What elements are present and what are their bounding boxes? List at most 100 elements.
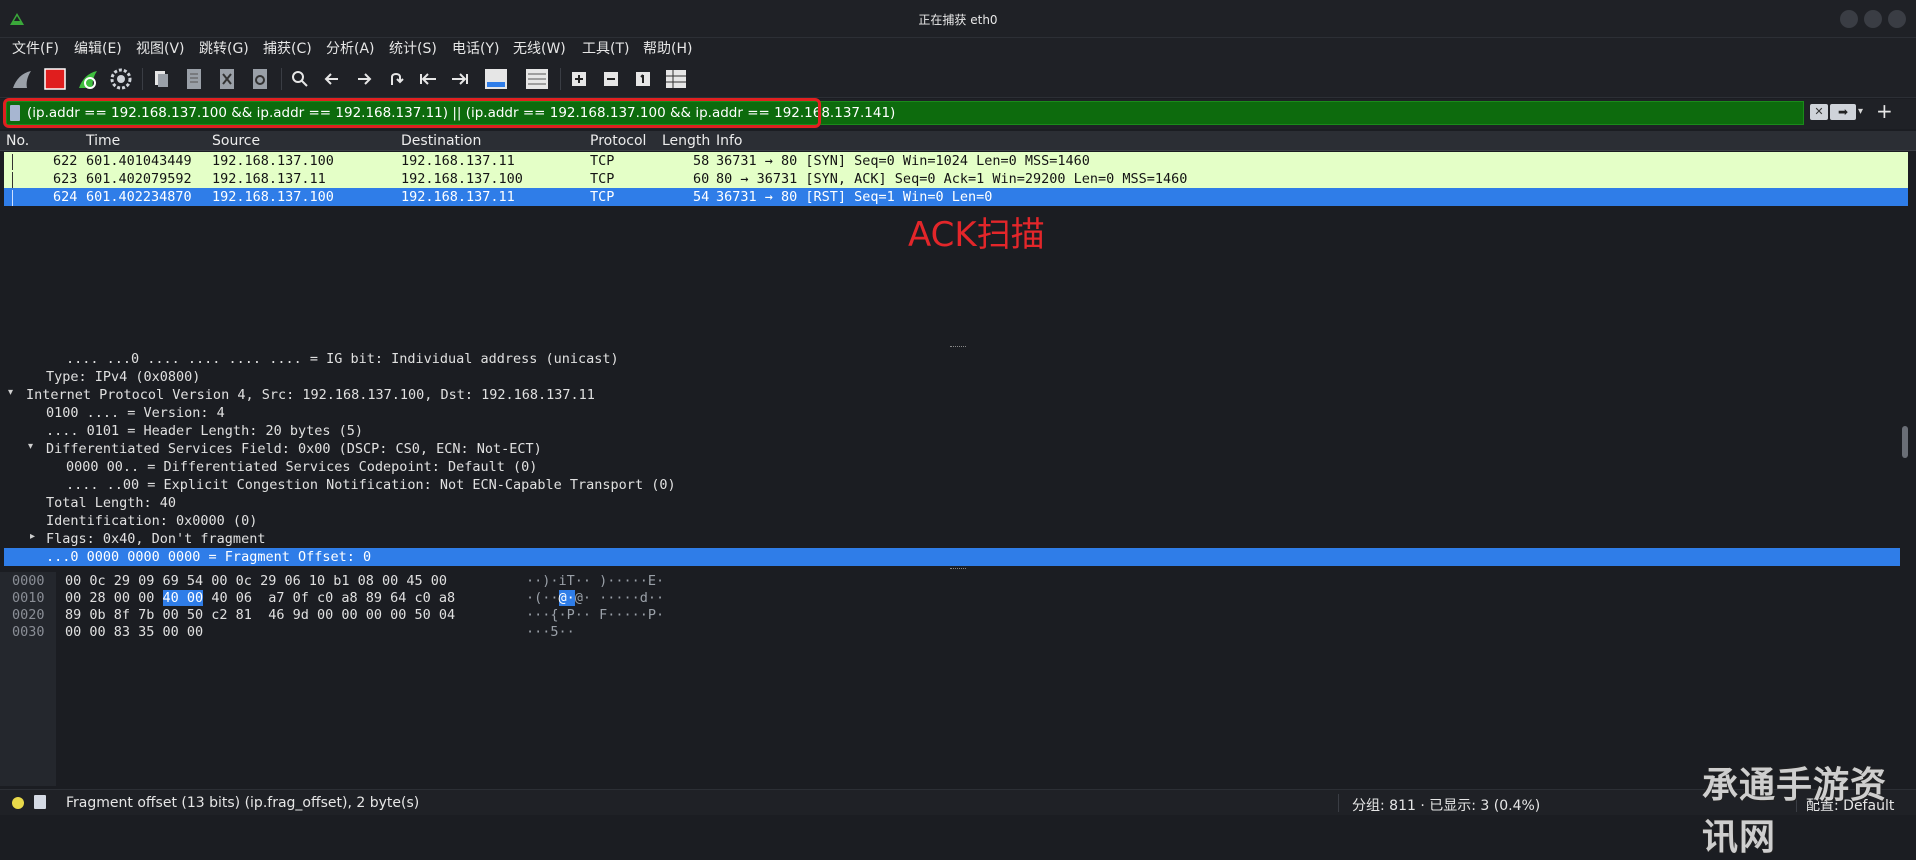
normal-size-button[interactable] [629,65,657,93]
column-destination[interactable]: Destination [401,133,481,149]
menu-edit[interactable]: 编辑(E) [74,38,122,60]
detail-row[interactable]: .... ...0 .... .... .... .... = IG bit: … [4,350,1900,368]
packet-destination: 192.168.137.100 [401,171,523,187]
detail-row[interactable]: Type: IPv4 (0x0800) [4,368,1900,386]
splitter-grip-icon [950,568,966,570]
packet-length: 54 [693,189,710,205]
column-protocol[interactable]: Protocol [590,133,646,149]
menu-view[interactable]: 视图(V) [136,38,185,60]
go-to-packet-button[interactable] [382,65,410,93]
restart-capture-button[interactable] [74,65,102,93]
menu-statistics[interactable]: 统计(S) [389,38,437,60]
go-forward-button[interactable] [350,65,378,93]
column-time[interactable]: Time [86,133,120,149]
close-file-icon [220,69,234,89]
menu-help[interactable]: 帮助(H) [643,38,692,60]
detail-text: ...0 0000 0000 0000 = Fragment Offset: 0 [46,549,372,565]
first-packet-button[interactable] [414,65,442,93]
packet-list-header: No. Time Source Destination Protocol Len… [0,131,1916,151]
splitter-grip-icon [950,346,966,348]
packet-destination: 192.168.137.11 [401,153,515,169]
clear-filter-icon[interactable]: ✕ [1810,104,1828,120]
conversation-start-icon [12,154,20,170]
chevron-right-icon[interactable]: ▸ [30,531,35,542]
menu-analyze[interactable]: 分析(A) [326,38,375,60]
detail-row[interactable]: Total Length: 40 [4,494,1900,512]
find-packet-button[interactable] [286,65,314,93]
packet-time: 601.401043449 [86,153,192,169]
packet-row[interactable]: 622 601.401043449 192.168.137.100 192.16… [4,152,1908,170]
packet-row-selected[interactable]: 624 601.402234870 192.168.137.100 192.16… [4,188,1908,206]
reload-icon [253,69,267,89]
save-file-button[interactable] [180,65,208,93]
add-filter-button-icon[interactable]: + [1876,100,1894,122]
close-file-button[interactable] [213,65,241,93]
menu-capture[interactable]: 捕获(C) [263,38,312,60]
byte-hex: 00 00 83 35 00 00 [65,624,204,640]
packet-source: 192.168.137.11 [212,171,326,187]
detail-row-selected[interactable]: ...0 0000 0000 0000 = Fragment Offset: 0 [4,548,1900,566]
expert-info-icon[interactable] [12,797,24,809]
detail-row[interactable]: 0100 .... = Version: 4 [4,404,1900,422]
detail-row-flags[interactable]: ▸ Flags: 0x40, Don't fragment [4,530,1900,548]
capture-options-button[interactable] [107,65,135,93]
auto-scroll-button[interactable] [482,65,510,93]
status-separator [1338,794,1339,812]
apply-filter-icon[interactable]: ➡ [1830,104,1856,120]
detail-text: Identification: 0x0000 (0) [46,513,258,529]
detail-row[interactable]: .... ..00 = Explicit Congestion Notifica… [4,476,1900,494]
start-capture-button[interactable] [8,65,36,93]
menu-tools[interactable]: 工具(T) [582,38,629,60]
last-packet-icon [452,73,468,85]
packet-protocol: TCP [590,153,615,169]
menu-go[interactable]: 跳转(G) [199,38,249,60]
first-packet-icon [420,73,436,85]
column-source[interactable]: Source [212,133,260,149]
toolbar-separator [281,68,282,90]
open-file-button[interactable] [147,65,175,93]
zoom-out-button[interactable] [597,65,625,93]
detail-row-ipv4[interactable]: ▾ Internet Protocol Version 4, Src: 192.… [4,386,1900,404]
detail-row-dsfield[interactable]: ▾ Differentiated Services Field: 0x00 (D… [4,440,1900,458]
capture-comment-icon[interactable] [34,795,46,809]
detail-text: Type: IPv4 (0x0800) [46,369,201,385]
reload-file-button[interactable] [246,65,274,93]
menu-bar: 文件(F) 编辑(E) 视图(V) 跳转(G) 捕获(C) 分析(A) 统计(S… [0,38,1916,60]
go-back-button[interactable] [318,65,346,93]
chevron-down-icon[interactable]: ▾ [8,387,13,398]
packet-time: 601.402234870 [86,189,192,205]
packet-no: 622 [53,153,78,169]
packet-row[interactable]: 623 601.402079592 192.168.137.11 192.168… [4,170,1908,188]
menu-wireless[interactable]: 无线(W) [513,38,566,60]
conversation-end-icon [12,190,20,206]
menu-telephony[interactable]: 电话(Y) [452,38,499,60]
column-info[interactable]: Info [716,133,743,149]
zoom-in-button[interactable] [565,65,593,93]
byte-ascii: ···5·· [526,624,575,640]
detail-row[interactable]: 0000 00.. = Differentiated Services Code… [4,458,1900,476]
field-info-text: Fragment offset (13 bits) (ip.frag_offse… [66,795,420,811]
close-button[interactable] [1888,10,1906,28]
details-scrollbar[interactable] [1902,426,1908,458]
column-no[interactable]: No. [6,133,29,149]
chevron-down-icon[interactable]: ▾ [1858,104,1870,120]
jump-icon [391,73,404,85]
detail-text: 0000 00.. = Differentiated Services Code… [66,459,538,475]
maximize-button[interactable] [1864,10,1882,28]
column-length[interactable]: Length [662,133,710,149]
resize-columns-button[interactable] [662,65,690,93]
colorize-button[interactable] [523,65,551,93]
packet-source: 192.168.137.100 [212,189,334,205]
detail-row[interactable]: Identification: 0x0000 (0) [4,512,1900,530]
detail-row[interactable]: .... 0101 = Header Length: 20 bytes (5) [4,422,1900,440]
chevron-down-icon[interactable]: ▾ [28,441,33,452]
last-packet-button[interactable] [446,65,474,93]
auto-scroll-icon [485,69,507,89]
minimize-button[interactable] [1840,10,1858,28]
annotation-label: ACK扫描 [908,215,1045,255]
filter-highlight-box [3,98,821,128]
menu-file[interactable]: 文件(F) [12,38,59,60]
packet-bytes: 0000 00 0c 29 09 69 54 00 0c 29 06 10 b1… [0,572,1916,786]
byte-ascii: ···{·P·· F·····P· [526,607,665,623]
stop-capture-button[interactable] [41,65,69,93]
